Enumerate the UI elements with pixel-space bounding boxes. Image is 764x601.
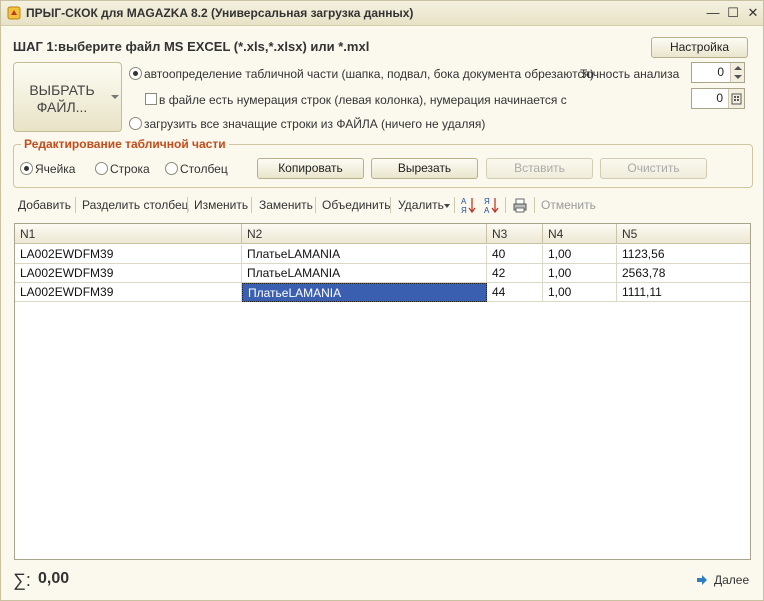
- radio-mode-column[interactable]: [165, 162, 178, 175]
- cut-button[interactable]: Вырезать: [371, 158, 478, 179]
- dropdown-arrow-icon: [111, 95, 119, 99]
- app-window: ПРЫГ-СКОК для MAGAZKA 8.2 (Универсальная…: [0, 0, 764, 601]
- calculator-icon[interactable]: [728, 89, 744, 108]
- table-cell[interactable]: 1111,11: [617, 283, 750, 302]
- table-cell[interactable]: 1,00: [543, 264, 617, 283]
- table-cell[interactable]: ПлатьеLAMANIA: [242, 245, 487, 264]
- sort-descending-icon[interactable]: Я A: [483, 196, 499, 214]
- column-header[interactable]: N2: [242, 224, 487, 244]
- accuracy-label: Точность анализа: [580, 67, 680, 81]
- spinner-buttons[interactable]: [730, 63, 744, 82]
- print-icon[interactable]: [512, 196, 528, 214]
- toolbar-separator: [454, 197, 455, 213]
- mode-row-label: Строка: [110, 162, 150, 176]
- table-cell[interactable]: 2563,78: [617, 264, 750, 283]
- clear-button[interactable]: Очистить: [600, 158, 707, 179]
- table-cell[interactable]: 1,00: [543, 245, 617, 264]
- table-header: N1 N2 N3 N4 N5: [15, 224, 750, 244]
- settings-button[interactable]: Настройка: [651, 37, 748, 58]
- step-title: ШАГ 1:выберите файл MS EXCEL (*.xls,*.xl…: [13, 39, 370, 54]
- data-table[interactable]: N1 N2 N3 N4 N5 LA002EWDFM39 ПлатьеLAMANI…: [14, 223, 751, 560]
- selected-cell[interactable]: ПлатьеLAMANIA: [242, 283, 487, 302]
- table-row[interactable]: LA002EWDFM39 ПлатьеLAMANIA 40 1,00 1123,…: [15, 245, 750, 264]
- delete-dropdown-icon[interactable]: [444, 204, 450, 208]
- mode-column-label: Столбец: [180, 162, 228, 176]
- choose-file-button[interactable]: ВЫБРАТЬ ФАЙЛ...: [13, 62, 122, 132]
- accuracy-value: 0: [717, 65, 724, 79]
- change-button[interactable]: Изменить: [194, 198, 248, 212]
- title-bar[interactable]: ПРЫГ-СКОК для MAGAZKA 8.2 (Универсальная…: [1, 1, 763, 26]
- table-cell[interactable]: LA002EWDFM39: [15, 283, 242, 302]
- app-icon: [7, 6, 21, 20]
- load-all-label: загрузить все значащие строки из ФАЙЛА (…: [144, 117, 486, 131]
- svg-text:A: A: [484, 206, 490, 214]
- mode-cell-label: Ячейка: [35, 162, 76, 176]
- table-cell[interactable]: ПлатьеLAMANIA: [242, 264, 487, 283]
- close-button[interactable]: ✕: [745, 5, 761, 21]
- maximize-button[interactable]: ☐: [725, 5, 741, 21]
- toolbar-separator: [390, 197, 391, 213]
- radio-mode-cell[interactable]: [20, 162, 33, 175]
- table-row[interactable]: LA002EWDFM39 ПлатьеLAMANIA 42 1,00 2563,…: [15, 264, 750, 283]
- split-column-button[interactable]: Разделить столбец: [82, 198, 189, 212]
- table-cell[interactable]: 44: [487, 283, 543, 302]
- numbering-start-field[interactable]: 0: [691, 88, 745, 109]
- sum-value: 0,00: [38, 570, 70, 587]
- spin-up-icon[interactable]: [734, 66, 742, 70]
- table-cell[interactable]: LA002EWDFM39: [15, 264, 242, 283]
- choose-file-label: ВЫБРАТЬ ФАЙЛ...: [29, 82, 95, 115]
- arrow-right-icon: [697, 575, 707, 585]
- column-header[interactable]: N1: [15, 224, 242, 244]
- copy-button[interactable]: Копировать: [257, 158, 364, 179]
- numbering-label: в файле есть нумерация строк (левая коло…: [159, 93, 567, 107]
- column-header[interactable]: N3: [487, 224, 543, 244]
- table-cell[interactable]: 40: [487, 245, 543, 264]
- next-label: Далее: [714, 573, 750, 587]
- auto-detect-label: автоопределение табличной части (шапка, …: [144, 67, 594, 81]
- minimize-button[interactable]: —: [705, 5, 721, 21]
- add-button[interactable]: Добавить: [18, 198, 71, 212]
- delete-button[interactable]: Удалить: [398, 198, 444, 212]
- edit-group-title: Редактирование табличной части: [21, 137, 229, 151]
- paste-button[interactable]: Вставить: [486, 158, 593, 179]
- table-cell[interactable]: 1123,56: [617, 245, 750, 264]
- numbering-checkbox[interactable]: [145, 93, 157, 105]
- svg-text:Я: Я: [484, 197, 490, 206]
- table-cell[interactable]: 1,00: [543, 283, 617, 302]
- toolbar-separator: [187, 197, 188, 213]
- sum-icon: ∑:: [13, 570, 31, 590]
- table-row[interactable]: LA002EWDFM39 ПлатьеLAMANIA 44 1,00 1111,…: [15, 283, 750, 302]
- toolbar-separator: [315, 197, 316, 213]
- spin-down-icon[interactable]: [734, 75, 742, 79]
- table-cell[interactable]: 42: [487, 264, 543, 283]
- table-cell[interactable]: LA002EWDFM39: [15, 245, 242, 264]
- sort-ascending-icon[interactable]: A Я: [460, 196, 476, 214]
- column-header[interactable]: N4: [543, 224, 617, 244]
- toolbar-separator: [505, 197, 506, 213]
- numbering-start-value: 0: [716, 91, 723, 105]
- radio-mode-row[interactable]: [95, 162, 108, 175]
- svg-text:Я: Я: [461, 206, 467, 214]
- replace-button[interactable]: Заменить: [259, 198, 313, 212]
- svg-text:A: A: [461, 197, 467, 206]
- toolbar-separator: [534, 197, 535, 213]
- column-header[interactable]: N5: [617, 224, 750, 244]
- toolbar-separator: [251, 197, 252, 213]
- cancel-button[interactable]: Отменить: [541, 198, 596, 212]
- window-title: ПРЫГ-СКОК для MAGAZKA 8.2 (Универсальная…: [26, 6, 414, 20]
- toolbar-separator: [75, 197, 76, 213]
- radio-auto-detect[interactable]: [129, 67, 142, 80]
- merge-button[interactable]: Объединить: [322, 198, 391, 212]
- radio-load-all[interactable]: [129, 117, 142, 130]
- accuracy-spinner[interactable]: 0: [691, 62, 745, 83]
